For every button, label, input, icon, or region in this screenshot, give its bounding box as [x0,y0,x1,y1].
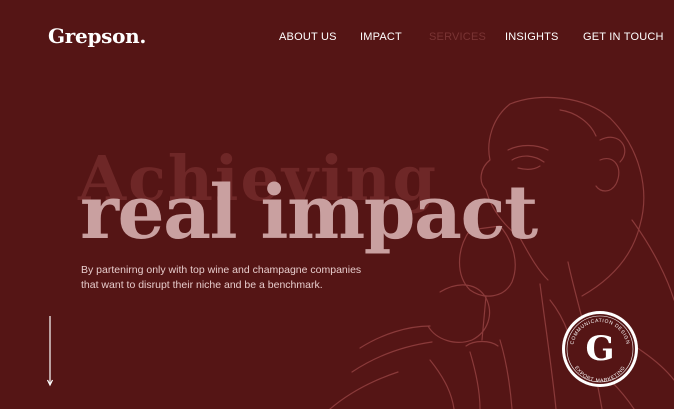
illustration-arm [329,325,433,409]
illustration-eyebrow [507,144,549,151]
hero-subtitle: By partenirng only with top wine and cha… [81,264,362,291]
illustration-hair-curl [559,109,626,163]
illustration-glass-stem [465,295,499,347]
hero-headline: real impact [80,170,538,256]
badge-letter: G [585,329,614,369]
illustration-sleeve-folds [429,339,513,409]
illustration-ear [595,158,620,192]
circular-badge: COMMUNICATION DESIGN EXPORT MARKETING G [562,311,638,387]
illustration-hand [427,284,491,343]
illustration-eye [511,155,545,170]
arrow-down-icon[interactable] [46,314,56,388]
